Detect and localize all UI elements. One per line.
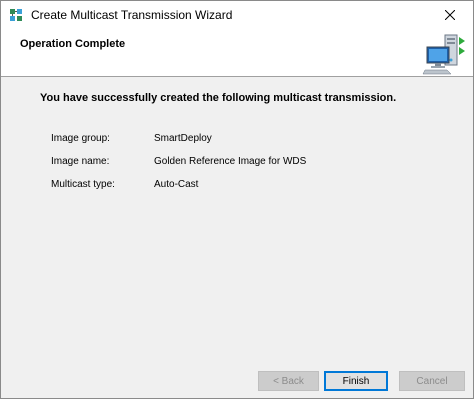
network-wizard-icon	[9, 8, 23, 22]
server-network-icon	[421, 33, 467, 75]
image-name-value: Golden Reference Image for WDS	[154, 156, 307, 167]
page-title: Operation Complete	[20, 38, 126, 50]
finish-button[interactable]: Finish	[324, 371, 388, 391]
window-title: Create Multicast Transmission Wizard	[31, 8, 233, 22]
wizard-header: Operation Complete	[1, 31, 473, 76]
image-group-value: SmartDeploy	[154, 133, 212, 144]
image-name-label: Image name:	[51, 156, 110, 167]
cancel-button[interactable]: Cancel	[399, 371, 465, 391]
back-button[interactable]: < Back	[258, 371, 319, 391]
wizard-window: Create Multicast Transmission Wizard Ope…	[0, 0, 474, 399]
close-icon	[444, 7, 456, 25]
wizard-footer: < Back Finish Cancel	[1, 359, 473, 398]
multicast-type-value: Auto-Cast	[154, 179, 199, 190]
title-bar[interactable]: Create Multicast Transmission Wizard	[1, 1, 473, 31]
close-button[interactable]	[427, 1, 473, 31]
image-group-label: Image group:	[51, 133, 110, 144]
success-message: You have successfully created the follow…	[40, 92, 397, 104]
wizard-content: You have successfully created the follow…	[1, 77, 473, 359]
multicast-type-label: Multicast type:	[51, 179, 115, 190]
